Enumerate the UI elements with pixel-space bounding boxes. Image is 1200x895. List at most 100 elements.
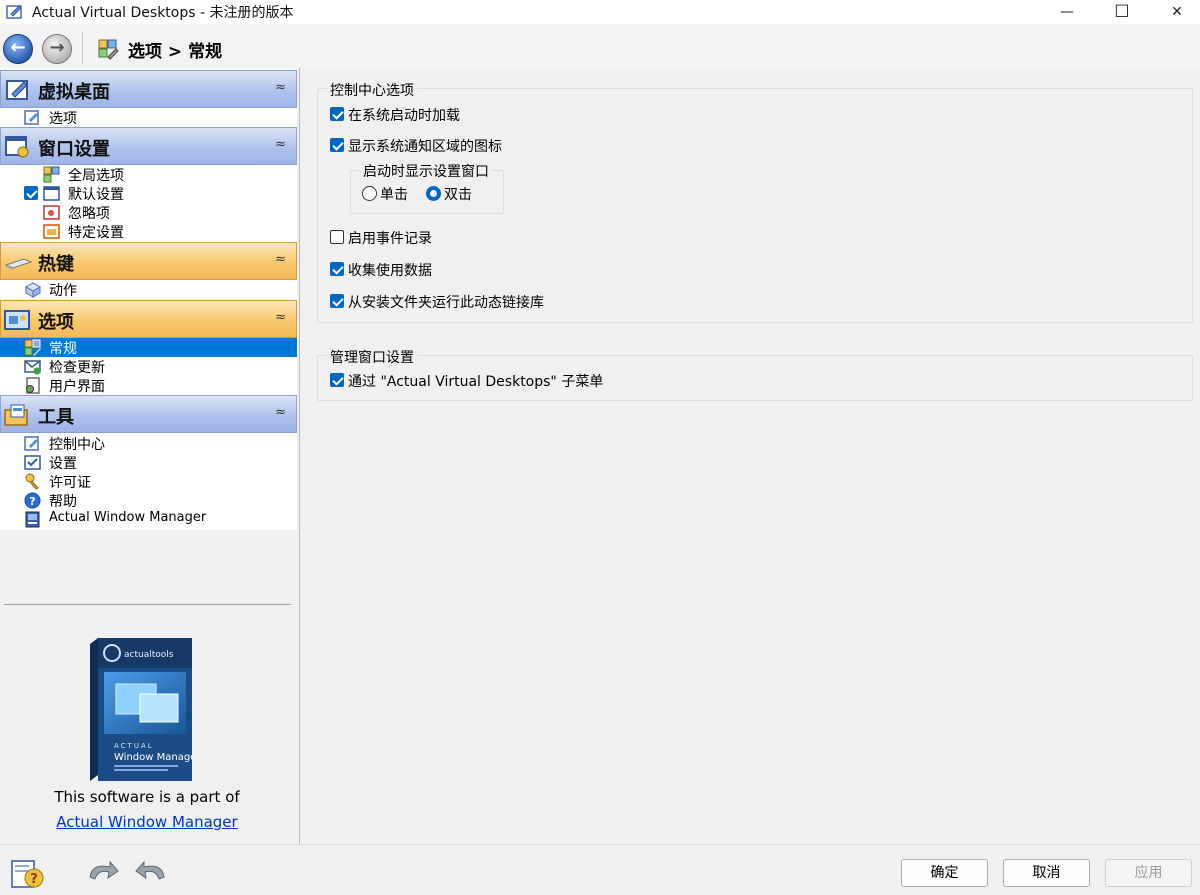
run-dll-checkbox[interactable] xyxy=(330,294,344,308)
checkbox-label: 显示系统通知区域的图标 xyxy=(348,139,502,155)
sidebar: 虚拟桌面 ≈ 选项 窗口设置 ≈ 全局选项 默认设置 忽略项 特定设置 热键 ≈… xyxy=(0,68,300,844)
checkbox-label: 启用事件记录 xyxy=(348,231,432,247)
collect-usage-checkbox[interactable] xyxy=(330,262,344,276)
sidebar-group-tools[interactable]: 工具 ≈ xyxy=(0,395,297,433)
apply-button[interactable]: 应用 xyxy=(1105,859,1192,887)
sidebar-item-label: 常规 xyxy=(49,341,77,357)
ok-button[interactable]: 确定 xyxy=(901,859,988,887)
help-icon: ? xyxy=(24,492,41,509)
checkbox-label: 在系统启动时加载 xyxy=(348,108,460,124)
group-title: 控制中心选项 xyxy=(327,80,417,100)
control-center-icon xyxy=(24,436,39,451)
sidebar-item-label: 动作 xyxy=(49,283,77,299)
sidebar-item-label: 全局选项 xyxy=(68,168,124,184)
sidebar-item-label: 设置 xyxy=(49,456,77,472)
sidebar-group-label: 选项 xyxy=(38,312,74,333)
general-icon xyxy=(24,339,41,356)
navigation-toolbar: ← → 选项 > 常规 xyxy=(0,24,1200,68)
sidebar-item-label: 选项 xyxy=(49,111,77,127)
window-manager-icon xyxy=(25,511,40,528)
redo-icon[interactable] xyxy=(134,857,168,889)
sidebar-item-label: 检查更新 xyxy=(49,360,105,376)
svg-text:?: ? xyxy=(29,495,35,508)
global-options-icon xyxy=(43,166,60,183)
bottom-bar: ? 确定 取消 应用 xyxy=(0,844,1200,895)
sidebar-group-label: 窗口设置 xyxy=(38,139,110,160)
single-click-radio[interactable] xyxy=(362,186,377,201)
collapse-chevron-icon[interactable]: ≈ xyxy=(275,310,286,325)
single-click-option[interactable]: 单击 xyxy=(362,184,412,204)
back-arrow-icon: ← xyxy=(10,37,26,58)
sidebar-item-label: 特定设置 xyxy=(68,225,124,241)
sidebar-group-options[interactable]: 选项 ≈ xyxy=(0,300,297,338)
event-log-checkbox[interactable] xyxy=(330,230,344,244)
collapse-chevron-icon[interactable]: ≈ xyxy=(275,137,286,152)
default-settings-checkbox[interactable] xyxy=(24,186,38,200)
title-bar: Actual Virtual Desktops - 未注册的版本 — ☐ ✕ xyxy=(0,0,1200,24)
load-on-startup-checkbox[interactable] xyxy=(330,107,344,121)
sidebar-item-label: 忽略项 xyxy=(68,206,110,222)
default-settings-icon xyxy=(43,186,60,201)
svg-text:?: ? xyxy=(30,872,38,887)
check-updates-icon xyxy=(24,360,41,375)
user-interface-icon xyxy=(26,377,40,394)
back-button[interactable]: ← xyxy=(3,34,33,64)
app-logo-icon xyxy=(6,5,22,19)
sidebar-group-label: 工具 xyxy=(38,407,74,428)
sidebar-item-label: 许可证 xyxy=(49,475,91,491)
radio-label: 双击 xyxy=(444,187,472,203)
sidebar-group-label: 热键 xyxy=(38,254,74,275)
close-button[interactable]: ✕ xyxy=(1154,0,1200,24)
radio-label: 单击 xyxy=(380,187,408,203)
group-title: 管理窗口设置 xyxy=(327,347,417,367)
help-document-icon[interactable]: ? xyxy=(10,857,44,889)
product-box-image: actualtools ACTUAL Window Manager xyxy=(90,638,192,781)
close-icon: ✕ xyxy=(1171,4,1183,20)
sidebar-group-virtual-desktops[interactable]: 虚拟桌面 ≈ xyxy=(0,70,297,108)
ignore-list-icon xyxy=(43,205,60,220)
minimize-icon: — xyxy=(1060,4,1074,20)
checkbox-label: 收集使用数据 xyxy=(348,263,432,279)
undo-icon[interactable] xyxy=(86,857,120,889)
actions-icon xyxy=(24,282,41,298)
cancel-button[interactable]: 取消 xyxy=(1003,859,1090,887)
promo-divider xyxy=(4,604,291,605)
sidebar-item-label: 默认设置 xyxy=(68,187,124,203)
checkbox-label: 从安装文件夹运行此动态链接库 xyxy=(348,295,544,311)
minimize-button[interactable]: — xyxy=(1044,0,1090,24)
collapse-chevron-icon[interactable]: ≈ xyxy=(275,80,286,95)
maximize-button[interactable]: ☐ xyxy=(1099,0,1145,24)
actual-window-manager-link[interactable]: Actual Window Manager xyxy=(0,813,294,831)
promo-text: This software is a part of xyxy=(54,788,240,806)
maximize-icon: ☐ xyxy=(1114,2,1130,22)
double-click-radio[interactable] xyxy=(426,186,441,201)
sidebar-group-window-settings[interactable]: 窗口设置 ≈ xyxy=(0,127,297,165)
general-settings-icon xyxy=(98,39,119,60)
license-icon xyxy=(25,473,39,490)
collapse-chevron-icon[interactable]: ≈ xyxy=(275,252,286,267)
sidebar-item-default-settings[interactable]: 默认设置 xyxy=(24,184,244,203)
show-tray-icon-checkbox[interactable] xyxy=(330,138,344,152)
window-settings-icon xyxy=(5,136,29,158)
settings-panel: 控制中心选项 在系统启动时加载 显示系统通知区域的图标 启动时显示设置窗口 单击… xyxy=(305,68,1200,844)
double-click-option[interactable]: 双击 xyxy=(426,184,476,204)
box-small-label: ACTUAL xyxy=(114,742,154,750)
box-product-label: Window Manager xyxy=(114,752,192,763)
options-icon xyxy=(4,310,30,330)
box-brand-label: actualtools xyxy=(124,650,174,660)
keyboard-icon xyxy=(4,258,32,270)
sidebar-item-general[interactable]: 常规 xyxy=(0,338,297,357)
specific-settings-icon xyxy=(43,224,60,239)
sidebar-item-label: Actual Window Manager xyxy=(49,510,207,525)
forward-button[interactable]: → xyxy=(42,34,72,64)
forward-arrow-icon: → xyxy=(49,37,65,58)
collapse-chevron-icon[interactable]: ≈ xyxy=(275,405,286,420)
group-title: 启动时显示设置窗口 xyxy=(360,161,492,181)
sidebar-item-label: 帮助 xyxy=(49,494,77,510)
tools-icon xyxy=(4,404,28,426)
sidebar-group-hotkeys[interactable]: 热键 ≈ xyxy=(0,242,297,280)
submenu-checkbox[interactable] xyxy=(330,373,344,387)
window-title: Actual Virtual Desktops - 未注册的版本 xyxy=(32,5,294,21)
toolbar-separator xyxy=(82,32,83,64)
sidebar-group-label: 虚拟桌面 xyxy=(38,82,110,103)
